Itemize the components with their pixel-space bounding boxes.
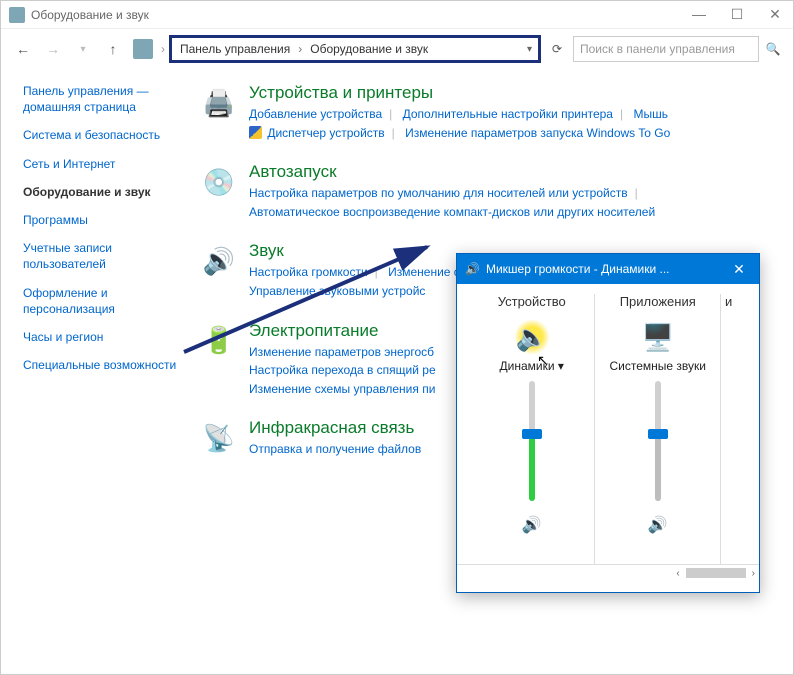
speaker-mute-button[interactable]: 🔊 (522, 515, 542, 535)
up-button[interactable]: ↑ (99, 35, 127, 63)
link-ir-send[interactable]: Отправка и получение файлов (249, 442, 421, 456)
speaker-device-icon[interactable]: 🔈↖ (514, 319, 550, 355)
back-button[interactable]: ← (9, 35, 37, 63)
sidebar-item-appearance[interactable]: Оформление и персонализация (23, 285, 177, 317)
category-autoplay[interactable]: Автозапуск (249, 162, 781, 182)
mixer-close-button[interactable]: ✕ (727, 261, 751, 278)
search-placeholder: Поиск в панели управления (580, 42, 735, 56)
sidebar-item-accounts[interactable]: Учетные записи пользователей (23, 240, 177, 272)
link-volume[interactable]: Настройка громкости (249, 265, 368, 279)
volume-mixer-window[interactable]: 🔊 Микшер громкости - Динамики ... ✕ Устр… (456, 253, 760, 593)
speaker-title-icon: 🔊 (465, 262, 480, 276)
shield-icon (249, 126, 262, 139)
power-icon: 🔋 (199, 321, 239, 361)
sidebar-item-network[interactable]: Сеть и Интернет (23, 156, 177, 172)
sidebar-item-accessibility[interactable]: Специальные возможности (23, 357, 177, 373)
autoplay-icon: 💿 (199, 162, 239, 202)
scroll-left-icon[interactable]: ‹ (676, 568, 679, 579)
infrared-icon: 📡 (199, 418, 239, 458)
system-sounds-label: Системные звуки (595, 359, 720, 373)
category-devices[interactable]: Устройства и принтеры (249, 83, 781, 103)
breadcrumb-current[interactable]: Оборудование и звук (310, 42, 428, 56)
link-mouse[interactable]: Мышь (633, 107, 668, 121)
sidebar-home[interactable]: Панель управления — домашняя страница (23, 83, 177, 115)
link-audio-devices[interactable]: Управление звуковыми устройс (249, 284, 425, 298)
link-autoplay-cd[interactable]: Автоматическое воспроизведение компакт-д… (249, 205, 655, 219)
control-panel-icon (9, 7, 25, 23)
mixer-apps-header: Приложения (595, 294, 720, 309)
search-input[interactable]: Поиск в панели управления (573, 36, 759, 62)
scroll-thumb[interactable] (686, 568, 746, 578)
mixer-extra-header: и (721, 294, 749, 309)
sidebar-item-clock[interactable]: Часы и регион (23, 329, 177, 345)
cursor-icon: ↖ (537, 352, 549, 369)
breadcrumb-sep-icon: › (161, 42, 165, 56)
system-volume-slider[interactable] (655, 381, 661, 501)
sidebar-home-line1: Панель управления — (23, 84, 149, 98)
system-sounds-icon[interactable]: 🖥️ (640, 319, 676, 355)
system-mute-button[interactable]: 🔊 (648, 515, 668, 535)
breadcrumb-root[interactable]: Панель управления (180, 42, 290, 56)
sidebar-item-system[interactable]: Система и безопасность (23, 127, 177, 143)
minimize-button[interactable]: — (689, 6, 709, 23)
link-sleep[interactable]: Настройка перехода в спящий ре (249, 363, 436, 377)
mixer-scrollbar[interactable]: ‹ › (457, 564, 759, 581)
address-bar[interactable]: Панель управления › Оборудование и звук … (169, 35, 541, 63)
close-button[interactable]: ✕ (765, 6, 785, 23)
speaker-label[interactable]: Динамики ▾ (469, 359, 594, 373)
window-title: Оборудование и звук (31, 8, 689, 22)
link-add-device[interactable]: Добавление устройства (249, 107, 382, 121)
sidebar-home-line2: домашняя страница (23, 100, 136, 114)
scroll-right-icon[interactable]: › (752, 568, 755, 579)
mixer-device-header: Устройство (469, 294, 594, 309)
link-power-plan[interactable]: Изменение схемы управления пи (249, 382, 435, 396)
link-power-save[interactable]: Изменение параметров энергосб (249, 345, 434, 359)
chevron-right-icon: › (298, 42, 302, 56)
link-autoplay-default[interactable]: Настройка параметров по умолчанию для но… (249, 186, 628, 200)
search-button[interactable]: 🔍 (761, 42, 785, 56)
forward-button[interactable]: → (39, 35, 67, 63)
printer-icon: 🖨️ (199, 83, 239, 123)
sidebar-item-hardware[interactable]: Оборудование и звук (23, 184, 177, 200)
link-printer-settings[interactable]: Дополнительные настройки принтера (403, 107, 613, 121)
maximize-button[interactable]: ☐ (727, 6, 747, 23)
sidebar-item-programs[interactable]: Программы (23, 212, 177, 228)
link-device-manager[interactable]: Диспетчер устройств (267, 126, 384, 140)
sound-icon: 🔊 (199, 241, 239, 281)
location-icon (133, 39, 153, 59)
speaker-volume-slider[interactable] (529, 381, 535, 501)
link-windows-togo[interactable]: Изменение параметров запуска Windows To … (405, 126, 670, 140)
refresh-button[interactable]: ⟳ (545, 42, 569, 56)
address-dropdown-icon[interactable]: ▾ (527, 44, 532, 55)
mixer-title: Микшер громкости - Динамики ... (486, 262, 727, 276)
recent-dropdown[interactable]: ▾ (69, 35, 97, 63)
